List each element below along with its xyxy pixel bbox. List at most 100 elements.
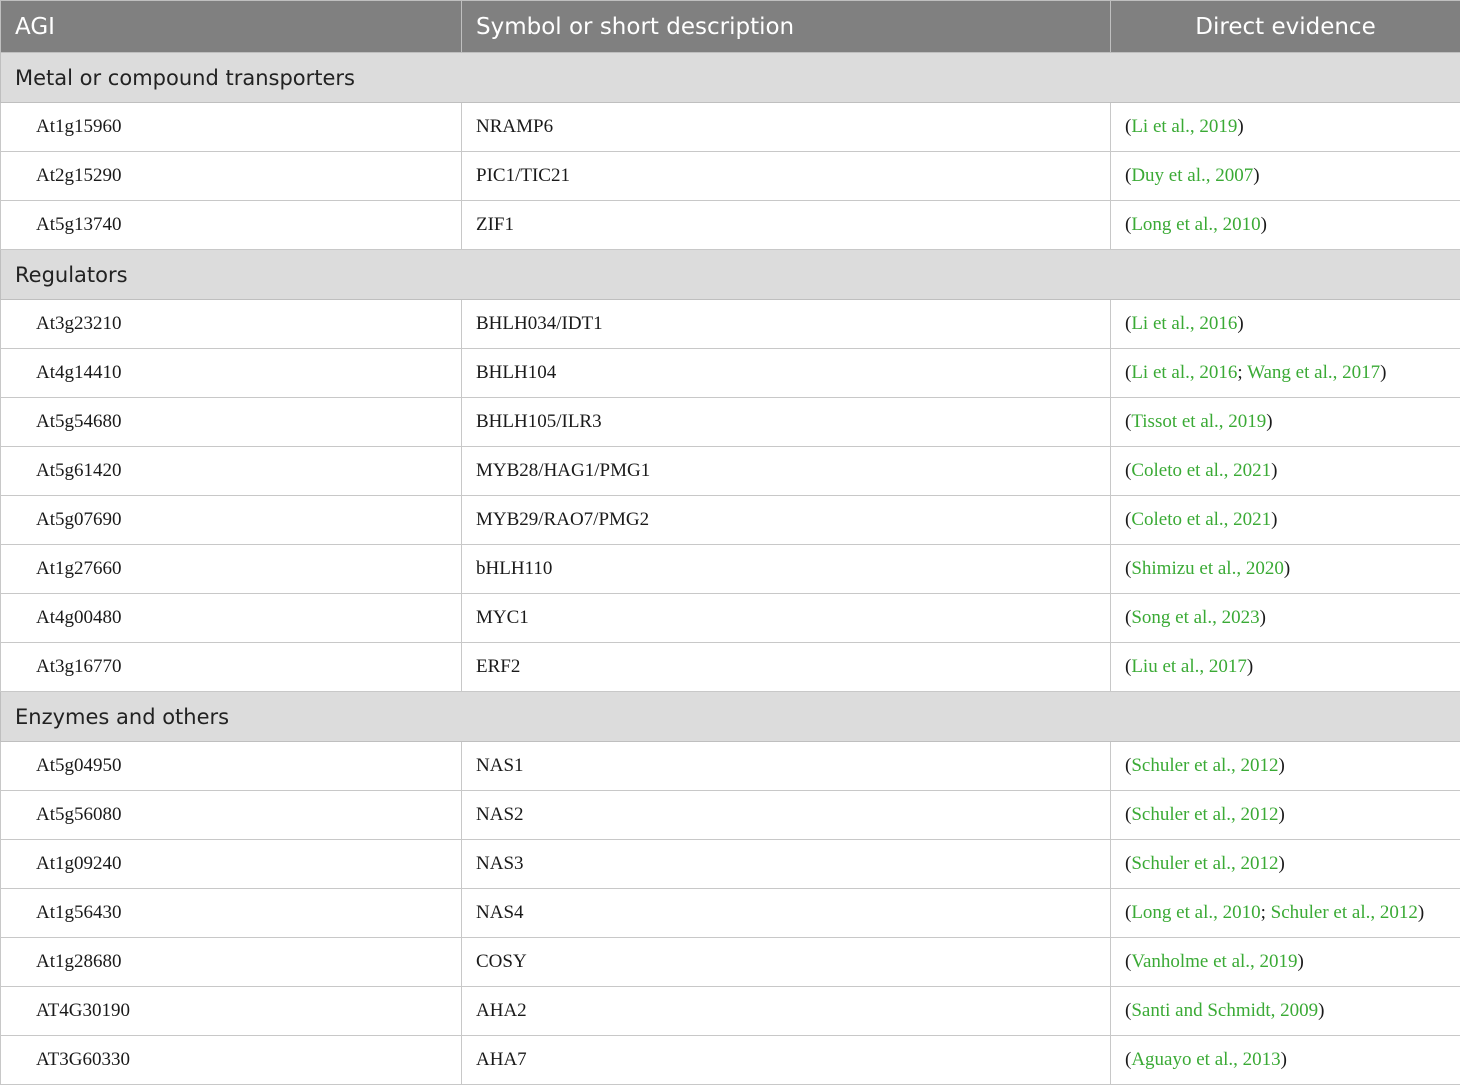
- citation-link[interactable]: Li et al., 2019: [1131, 116, 1237, 137]
- table-row: At3g23210BHLH034/IDT1(Li et al., 2016): [1, 300, 1460, 349]
- table-row: At5g61420MYB28/HAG1/PMG1(Coleto et al., …: [1, 447, 1460, 496]
- evidence-cell: (Aguayo et al., 2013): [1111, 1036, 1460, 1085]
- citation-link[interactable]: Coleto et al., 2021: [1131, 509, 1271, 530]
- section-title: Metal or compound transporters: [1, 53, 1460, 103]
- symbol-cell: AHA7: [462, 1036, 1111, 1085]
- close-paren: ): [1266, 411, 1272, 432]
- gene-evidence-table: AGI Symbol or short description Direct e…: [0, 0, 1460, 1085]
- agi-cell: AT3G60330: [1, 1036, 462, 1085]
- citation-link[interactable]: Vanholme et al., 2019: [1131, 951, 1297, 972]
- table-row: At5g04950NAS1(Schuler et al., 2012): [1, 742, 1460, 791]
- evidence-cell: (Vanholme et al., 2019): [1111, 938, 1460, 987]
- table-row: At1g27660bHLH110(Shimizu et al., 2020): [1, 545, 1460, 594]
- evidence-cell: (Li et al., 2016): [1111, 300, 1460, 349]
- table-row: At3g16770ERF2(Liu et al., 2017): [1, 643, 1460, 692]
- symbol-cell: BHLH104: [462, 349, 1111, 398]
- agi-cell: AT4G30190: [1, 987, 462, 1036]
- table-row: At2g15290PIC1/TIC21(Duy et al., 2007): [1, 152, 1460, 201]
- table-row: At5g13740ZIF1(Long et al., 2010): [1, 201, 1460, 250]
- citation-link[interactable]: Schuler et al., 2012: [1131, 853, 1278, 874]
- evidence-cell: (Schuler et al., 2012): [1111, 791, 1460, 840]
- citation-link[interactable]: Tissot et al., 2019: [1131, 411, 1266, 432]
- table-row: At4g00480MYC1(Song et al., 2023): [1, 594, 1460, 643]
- header-row: AGI Symbol or short description Direct e…: [1, 1, 1460, 53]
- close-paren: ): [1279, 804, 1285, 825]
- table-row: At1g28680COSY(Vanholme et al., 2019): [1, 938, 1460, 987]
- citation-link[interactable]: Schuler et al., 2012: [1131, 804, 1278, 825]
- close-paren: ): [1260, 607, 1266, 628]
- agi-cell: At1g56430: [1, 889, 462, 938]
- close-paren: ): [1418, 902, 1424, 923]
- evidence-cell: (Long et al., 2010): [1111, 201, 1460, 250]
- agi-cell: At1g15960: [1, 103, 462, 152]
- close-paren: ): [1237, 313, 1243, 334]
- symbol-cell: NAS4: [462, 889, 1111, 938]
- symbol-cell: NAS3: [462, 840, 1111, 889]
- symbol-cell: MYC1: [462, 594, 1111, 643]
- section-row: Regulators: [1, 250, 1460, 300]
- citation-link[interactable]: Schuler et al., 2012: [1131, 755, 1278, 776]
- table-row: At1g56430NAS4(Long et al., 2010; Schuler…: [1, 889, 1460, 938]
- evidence-cell: (Coleto et al., 2021): [1111, 496, 1460, 545]
- citation-link[interactable]: Schuler et al., 2012: [1271, 902, 1418, 923]
- close-paren: ): [1237, 116, 1243, 137]
- agi-cell: At1g27660: [1, 545, 462, 594]
- table-header: AGI Symbol or short description Direct e…: [1, 1, 1460, 53]
- citation-link[interactable]: Shimizu et al., 2020: [1131, 558, 1284, 579]
- citation-link[interactable]: Coleto et al., 2021: [1131, 460, 1271, 481]
- evidence-cell: (Duy et al., 2007): [1111, 152, 1460, 201]
- evidence-cell: (Coleto et al., 2021): [1111, 447, 1460, 496]
- citation-link[interactable]: Li et al., 2016: [1131, 313, 1237, 334]
- symbol-cell: PIC1/TIC21: [462, 152, 1111, 201]
- agi-cell: At5g13740: [1, 201, 462, 250]
- table-row: At1g15960NRAMP6(Li et al., 2019): [1, 103, 1460, 152]
- symbol-cell: bHLH110: [462, 545, 1111, 594]
- table-row: At5g07690MYB29/RAO7/PMG2(Coleto et al., …: [1, 496, 1460, 545]
- citation-link[interactable]: Wang et al., 2017: [1247, 362, 1380, 383]
- symbol-cell: NRAMP6: [462, 103, 1111, 152]
- symbol-cell: NAS2: [462, 791, 1111, 840]
- symbol-cell: MYB29/RAO7/PMG2: [462, 496, 1111, 545]
- evidence-cell: (Santi and Schmidt, 2009): [1111, 987, 1460, 1036]
- evidence-cell: (Liu et al., 2017): [1111, 643, 1460, 692]
- evidence-cell: (Shimizu et al., 2020): [1111, 545, 1460, 594]
- close-paren: ): [1261, 214, 1267, 235]
- ref-separator: ;: [1237, 362, 1247, 383]
- citation-link[interactable]: Song et al., 2023: [1131, 607, 1259, 628]
- close-paren: ): [1271, 509, 1277, 530]
- table-row: At5g56080NAS2(Schuler et al., 2012): [1, 791, 1460, 840]
- section-title: Enzymes and others: [1, 692, 1460, 742]
- table-row: At1g09240NAS3(Schuler et al., 2012): [1, 840, 1460, 889]
- agi-cell: At5g61420: [1, 447, 462, 496]
- section-title: Regulators: [1, 250, 1460, 300]
- header-symbol: Symbol or short description: [462, 1, 1111, 53]
- close-paren: ): [1279, 755, 1285, 776]
- symbol-cell: ZIF1: [462, 201, 1111, 250]
- symbol-cell: COSY: [462, 938, 1111, 987]
- citation-link[interactable]: Long et al., 2010: [1131, 902, 1260, 923]
- symbol-cell: MYB28/HAG1/PMG1: [462, 447, 1111, 496]
- header-evidence: Direct evidence: [1111, 1, 1460, 53]
- evidence-cell: (Long et al., 2010; Schuler et al., 2012…: [1111, 889, 1460, 938]
- agi-cell: At4g14410: [1, 349, 462, 398]
- section-row: Enzymes and others: [1, 692, 1460, 742]
- section-row: Metal or compound transporters: [1, 53, 1460, 103]
- citation-link[interactable]: Li et al., 2016: [1131, 362, 1237, 383]
- citation-link[interactable]: Duy et al., 2007: [1131, 165, 1253, 186]
- evidence-cell: (Schuler et al., 2012): [1111, 742, 1460, 791]
- symbol-cell: AHA2: [462, 987, 1111, 1036]
- symbol-cell: BHLH034/IDT1: [462, 300, 1111, 349]
- table-row: At5g54680BHLH105/ILR3(Tissot et al., 201…: [1, 398, 1460, 447]
- agi-cell: At2g15290: [1, 152, 462, 201]
- evidence-cell: (Tissot et al., 2019): [1111, 398, 1460, 447]
- citation-link[interactable]: Santi and Schmidt, 2009: [1131, 1000, 1318, 1021]
- citation-link[interactable]: Liu et al., 2017: [1131, 656, 1247, 677]
- agi-cell: At5g56080: [1, 791, 462, 840]
- agi-cell: At1g09240: [1, 840, 462, 889]
- symbol-cell: NAS1: [462, 742, 1111, 791]
- citation-link[interactable]: Long et al., 2010: [1131, 214, 1260, 235]
- evidence-cell: (Schuler et al., 2012): [1111, 840, 1460, 889]
- citation-link[interactable]: Aguayo et al., 2013: [1131, 1049, 1280, 1070]
- agi-cell: At5g07690: [1, 496, 462, 545]
- close-paren: ): [1284, 558, 1290, 579]
